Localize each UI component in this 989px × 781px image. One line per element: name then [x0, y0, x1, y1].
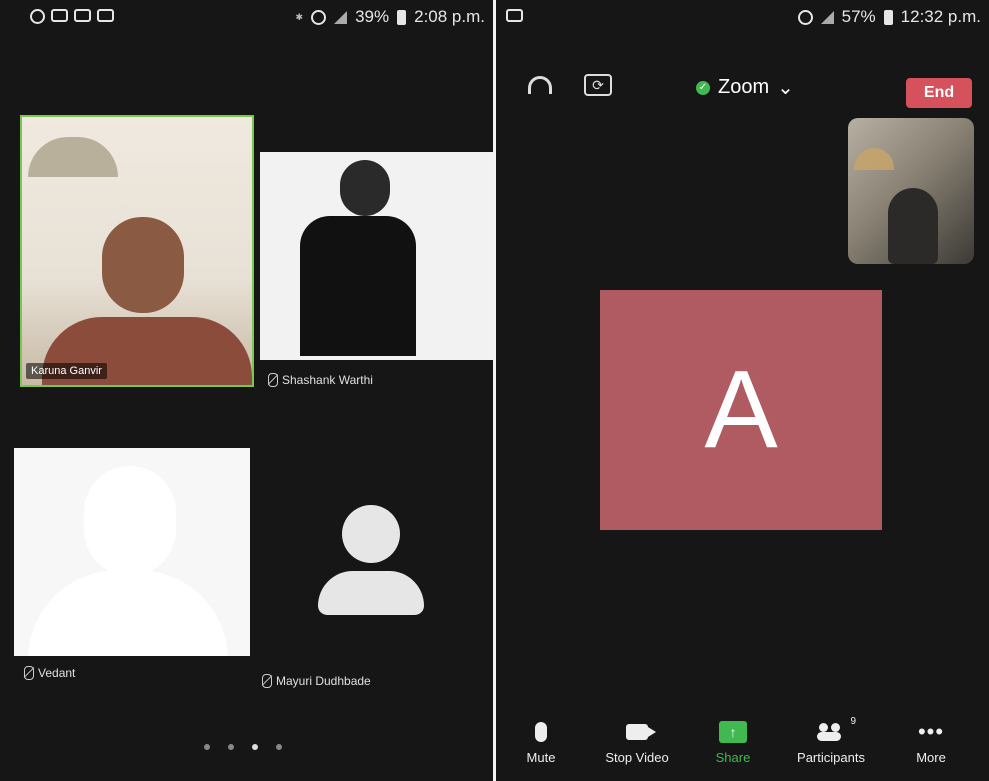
page-dot[interactable] [204, 744, 210, 750]
participant-label: Vedant [24, 666, 75, 680]
status-time: 12:32 p.m. [900, 7, 981, 26]
chevron-down-icon: ⌄ [777, 77, 794, 99]
video-tile-shashank[interactable] [260, 152, 493, 360]
people-icon [817, 723, 845, 741]
end-button[interactable]: End [906, 78, 972, 108]
participants-button[interactable]: 9 Participants [786, 716, 876, 765]
signal-icon [334, 10, 348, 24]
page-dot[interactable] [276, 744, 282, 750]
meeting-top-bar: ⟳ ✓ Zoom ⌄ End [496, 62, 989, 112]
background-lamp [854, 148, 894, 170]
camera-flip-icon[interactable]: ⟳ [584, 74, 612, 96]
person-head [340, 160, 390, 216]
bluetooth-icon: ✱ [295, 11, 304, 22]
meeting-title-button[interactable]: ✓ Zoom ⌄ [696, 75, 794, 100]
person-silhouette [888, 188, 938, 264]
whatsapp-icon [30, 9, 45, 24]
status-time: 2:08 p.m. [414, 7, 485, 26]
avatar-placeholder-icon[interactable] [318, 505, 424, 615]
more-button[interactable]: ••• More [886, 718, 976, 766]
status-bar: 57% 12:32 p.m. [496, 0, 989, 40]
page-indicator[interactable] [204, 744, 282, 750]
meeting-title: Zoom [718, 76, 770, 98]
participant-name: Karuna Ganvir [26, 363, 107, 379]
silhouette-head [84, 466, 176, 576]
video-tile-vedant[interactable] [14, 448, 250, 656]
battery-icon [883, 9, 893, 25]
meeting-toolbar: Mute Stop Video ↑ Share 9 Participants •… [496, 716, 989, 778]
more-icon: ••• [917, 719, 945, 744]
person-head [102, 217, 184, 313]
share-button[interactable]: ↑ Share [688, 718, 778, 765]
headphone-icon[interactable] [528, 76, 552, 94]
video-icon [506, 9, 523, 22]
status-bar: ✱ 39% 2:08 p.m. [0, 0, 493, 40]
gallery-view-screen: ✱ 39% 2:08 p.m. Karuna Ganvir Shashank W… [0, 0, 493, 781]
alarm-icon [797, 9, 813, 25]
share-icon: ↑ [719, 721, 747, 743]
video-tile-karuna[interactable]: Karuna Ganvir [20, 115, 254, 387]
mute-button[interactable]: Mute [496, 718, 586, 765]
participants-count: 9 [850, 716, 856, 727]
mic-icon [535, 722, 547, 742]
silhouette-body [28, 570, 228, 656]
battery-percent: 57% [841, 7, 876, 26]
active-speaker-avatar: A [600, 290, 882, 530]
background-lamp [28, 137, 118, 177]
shield-icon: ✓ [696, 80, 710, 95]
video-icon [74, 9, 91, 22]
mic-off-icon [268, 373, 278, 387]
signal-icon [820, 10, 834, 24]
participant-label: Shashank Warthi [268, 373, 373, 387]
stop-video-button[interactable]: Stop Video [592, 718, 682, 765]
video-camera-icon [626, 724, 656, 740]
notification-icon [97, 9, 114, 22]
battery-icon [397, 9, 407, 25]
battery-percent: 39% [355, 7, 390, 26]
mic-off-icon [262, 674, 272, 688]
participant-label: Mayuri Dudhbade [262, 674, 371, 688]
alarm-icon [311, 9, 327, 25]
person-body [300, 216, 416, 356]
mic-off-icon [24, 666, 34, 680]
page-dot-active[interactable] [252, 744, 258, 750]
page-dot[interactable] [228, 744, 234, 750]
mail-icon [51, 9, 68, 22]
meeting-screen: 57% 12:32 p.m. ⟳ ✓ Zoom ⌄ End A Mute Sto… [496, 0, 989, 781]
self-view-thumbnail[interactable] [848, 118, 974, 264]
